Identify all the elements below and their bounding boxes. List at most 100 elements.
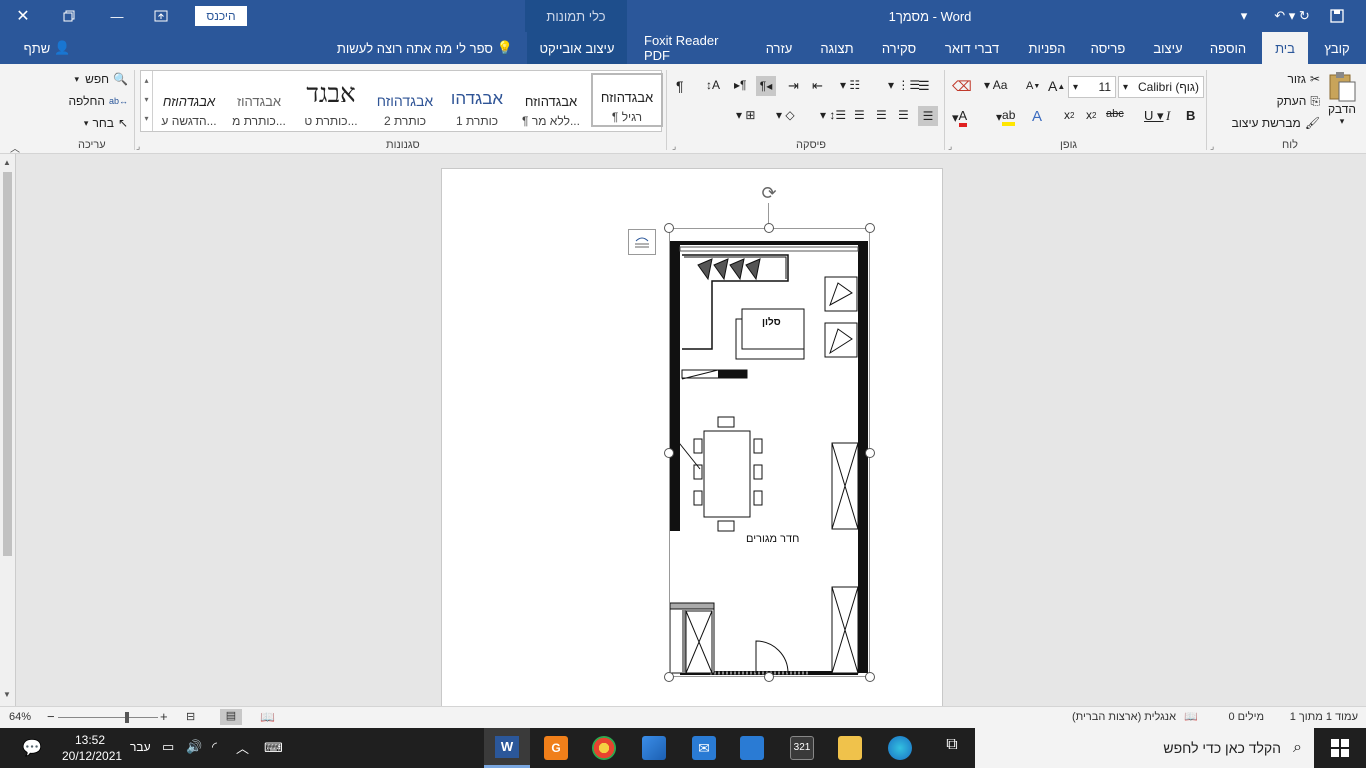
calendar-app-icon[interactable]: 321 [790,736,814,760]
style-subtitle[interactable]: אבגדהוז כותרת מ... [223,79,295,135]
change-case-icon[interactable]: ▾ Aa [984,78,1007,92]
scroll-up-icon[interactable]: ▲ [3,158,11,167]
undo-redo-icons[interactable]: ↶ ▾ ↻ [1262,0,1322,32]
resize-handle-nw[interactable] [664,223,674,233]
tab-file[interactable]: קובץ [1312,32,1362,64]
rotate-handle-icon[interactable]: ⟳ [758,183,780,205]
ribbon-display-icon[interactable] [145,0,177,32]
show-marks-icon[interactable]: ¶ [676,78,684,94]
customize-toolbar-icon[interactable]: ▾ [1232,0,1256,32]
grow-font-icon[interactable]: A ▲ [1048,78,1065,94]
taskbar-search[interactable]: הקלד כאן כדי לחפש ⌕ [975,728,1314,768]
zoom-slider-thumb[interactable] [125,712,129,723]
find-button[interactable]: ▾ חפש 🔍 [60,70,128,88]
subscript-icon[interactable]: x2 [1086,108,1096,122]
clock[interactable]: 13:52 20/12/2021 [62,732,122,764]
zoom-in-icon[interactable]: + [160,709,168,724]
tab-help[interactable]: עזרה [754,32,804,64]
font-launcher-icon[interactable]: ⌟ [948,141,952,152]
wifi-icon[interactable]: ◜ [212,739,217,755]
input-language[interactable]: עבר [130,740,151,754]
rtl-direction-icon[interactable]: ¶◂ [756,76,776,96]
share-button[interactable]: שתף 👤 [12,32,82,64]
save-icon[interactable] [1322,0,1352,32]
word-taskbar-button[interactable]: W [484,728,530,768]
task-view-icon[interactable]: ⧉ [940,736,964,760]
zoom-out-icon[interactable]: − [47,709,55,724]
notifications-icon[interactable]: 💬 [22,738,42,758]
tab-layout[interactable]: פריסה [1080,32,1136,64]
numbering-icon[interactable]: ▾ ⋮☰ [888,78,920,92]
shading-icon[interactable]: ▾ ◇ [776,108,795,122]
start-button[interactable] [1314,728,1366,768]
language-status[interactable]: אנגלית (ארצות הברית) [1072,711,1176,723]
web-layout-icon[interactable]: ⊟ [186,710,195,723]
keyboard-icon[interactable]: ⌨ [264,740,283,756]
close-icon[interactable]: ✕ [6,0,40,32]
highlight-color-icon[interactable]: ▾ ab [996,108,1016,126]
align-right-icon[interactable]: ☰ [918,106,938,126]
battery-icon[interactable]: ▭ [162,739,174,755]
multilevel-list-icon[interactable]: ▾ ☷ [840,78,860,92]
volume-icon[interactable]: 🔊 [186,739,202,755]
font-color-icon[interactable]: ▾ A [952,108,968,127]
tab-view[interactable]: תצוגה [808,32,866,64]
superscript-icon[interactable]: x2 [1064,108,1074,122]
style-subtle-emphasis[interactable]: אבגדהוזח הדגשה ע... [153,79,225,135]
ltr-direction-icon[interactable]: ▸¶ [734,78,746,92]
resize-handle-n[interactable] [764,223,774,233]
resize-handle-e[interactable] [865,448,875,458]
tab-home[interactable]: בית [1262,32,1308,64]
align-left-icon[interactable]: ☰ [876,108,887,122]
floor-plan-image[interactable]: סלון חדר מגורים [669,228,870,677]
justify-icon[interactable]: ☰ [854,108,865,122]
word-count[interactable]: 0 מילים [1228,711,1264,723]
tab-picture-format[interactable]: עיצוב אובייקט [527,32,627,64]
select-button[interactable]: ▾ בחר ↖ [60,114,128,132]
document-page[interactable]: ⟳ סלון חדר מגורים [441,168,943,708]
zoom-slider[interactable] [58,717,158,718]
signin-button[interactable]: היכנס [195,6,247,26]
photos-icon[interactable] [642,736,666,760]
tab-references[interactable]: הפניות [1016,32,1078,64]
foxit-icon[interactable]: G [544,736,568,760]
borders-icon[interactable]: ▾ ⊞ [736,108,755,122]
style-title[interactable]: אבגד כותרת ט... [295,79,367,135]
decrease-indent-icon[interactable]: ⇤ [812,78,823,94]
print-layout-icon[interactable]: ▤ [220,709,242,725]
increase-indent-icon[interactable]: ⇥ [788,78,799,94]
paragraph-launcher-icon[interactable]: ⌟ [672,141,676,152]
show-hidden-icons[interactable]: ︿ [236,738,249,757]
paste-button[interactable]: הדבק ▾ [1322,70,1362,130]
clear-formatting-icon[interactable]: ⌫ [952,78,972,95]
text-effects-icon[interactable]: A [1032,108,1042,125]
scroll-thumb[interactable] [3,172,12,556]
bold-icon[interactable]: B [1186,108,1195,123]
styles-launcher-icon[interactable]: ⌟ [136,141,140,152]
page-count[interactable]: עמוד 1 מתוך 1 [1290,711,1358,723]
tab-review[interactable]: סקירה [868,32,930,64]
font-size-select[interactable]: ▾ 11 [1068,76,1116,98]
replace-button[interactable]: החלפה ab↔ [60,92,128,110]
sort-icon[interactable]: ↕A [706,78,720,92]
minimize-icon[interactable]: — [100,0,134,32]
format-painter-button[interactable]: מברשת עיצוב 🖌 [1210,114,1320,132]
style-heading-1[interactable]: אבגדהו כותרת 1 [441,79,513,135]
collapse-ribbon-icon[interactable]: ︿ [10,140,20,155]
tell-me-box[interactable]: ספר לי מה אתה רוצה לעשות 💡 [325,32,525,64]
edge-icon[interactable] [888,736,912,760]
line-spacing-icon[interactable]: ▾ ↕☰ [820,108,846,122]
copy-button[interactable]: העתק ⎘ [1250,92,1320,110]
file-explorer-icon[interactable] [838,736,862,760]
resize-handle-sw[interactable] [664,672,674,682]
tab-design[interactable]: עיצוב [1140,32,1196,64]
resize-handle-ne[interactable] [865,223,875,233]
font-name-select[interactable]: ▾ Calibri (גוף) [1118,76,1204,98]
strikethrough-icon[interactable]: abc [1106,108,1124,120]
styles-scroll[interactable]: ▴ ▾ ▾ [141,71,153,131]
chrome-icon[interactable] [592,736,616,760]
style-heading-2[interactable]: אבגדהוזח כותרת 2 [369,79,441,135]
zoom-level[interactable]: 64% [9,711,31,723]
resize-handle-w[interactable] [664,448,674,458]
cut-button[interactable]: גזור ✂ [1260,70,1320,88]
